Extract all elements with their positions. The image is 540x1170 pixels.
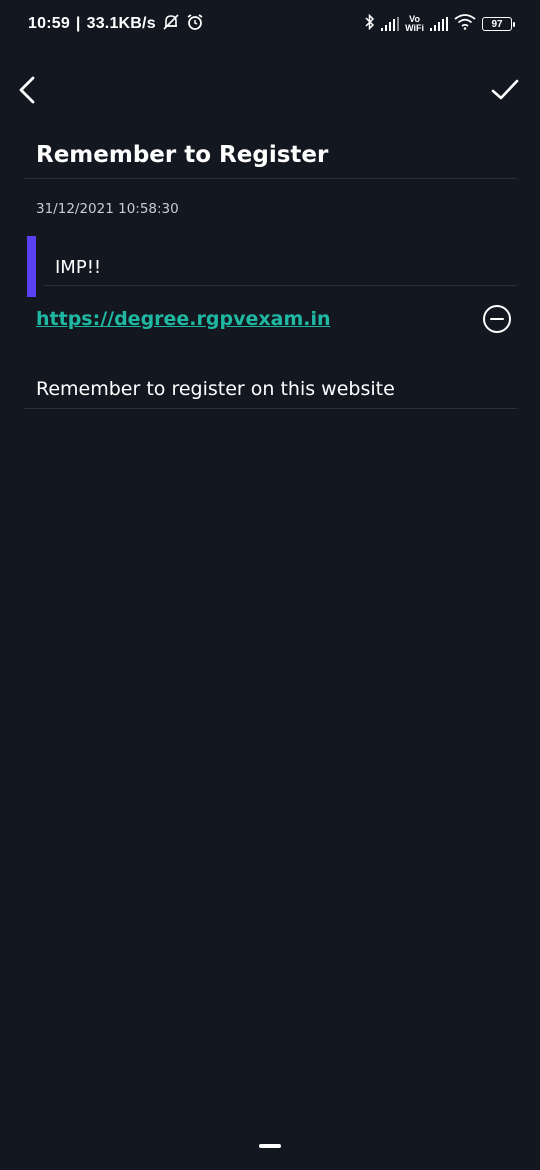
status-right: Vo WiFi 97 (365, 13, 515, 35)
battery-indicator: 97 (482, 17, 515, 31)
vowifi-bottom: WiFi (405, 23, 424, 33)
save-button[interactable] (490, 76, 520, 104)
alarm-icon (186, 13, 204, 36)
quote-accent-bar (27, 236, 36, 297)
bluetooth-icon (365, 13, 375, 35)
network-speed: 33.1KB/s (86, 15, 156, 32)
vowifi-indicator: Vo WiFi (405, 15, 424, 33)
status-time: 10:59 (28, 15, 70, 32)
body-divider (24, 408, 517, 409)
minus-circle-icon (490, 317, 504, 321)
status-separator: | (75, 15, 81, 32)
title-divider (24, 178, 517, 179)
note-title[interactable]: Remember to Register (36, 142, 516, 168)
status-left: 10:59 | 33.1KB/s (28, 13, 204, 36)
checkmark-icon (491, 79, 519, 100)
quote-text[interactable]: IMP!! (55, 257, 101, 278)
navigation-handle[interactable] (259, 1144, 281, 1148)
muted-bell-icon (162, 13, 180, 36)
note-link[interactable]: https://degree.rgpvexam.in (36, 308, 331, 330)
chevron-left-icon (19, 76, 35, 104)
remove-link-button[interactable] (483, 305, 511, 333)
battery-level: 97 (491, 18, 503, 30)
quote-divider (44, 285, 517, 286)
back-button[interactable] (14, 74, 42, 106)
signal-icon-2 (430, 17, 448, 31)
note-timestamp: 31/12/2021 10:58:30 (36, 201, 179, 217)
note-body[interactable]: Remember to register on this website (36, 378, 516, 400)
signal-icon-1 (381, 17, 400, 31)
wifi-icon (454, 13, 476, 35)
status-bar: 10:59 | 33.1KB/s Vo WiFi 97 (0, 0, 540, 48)
